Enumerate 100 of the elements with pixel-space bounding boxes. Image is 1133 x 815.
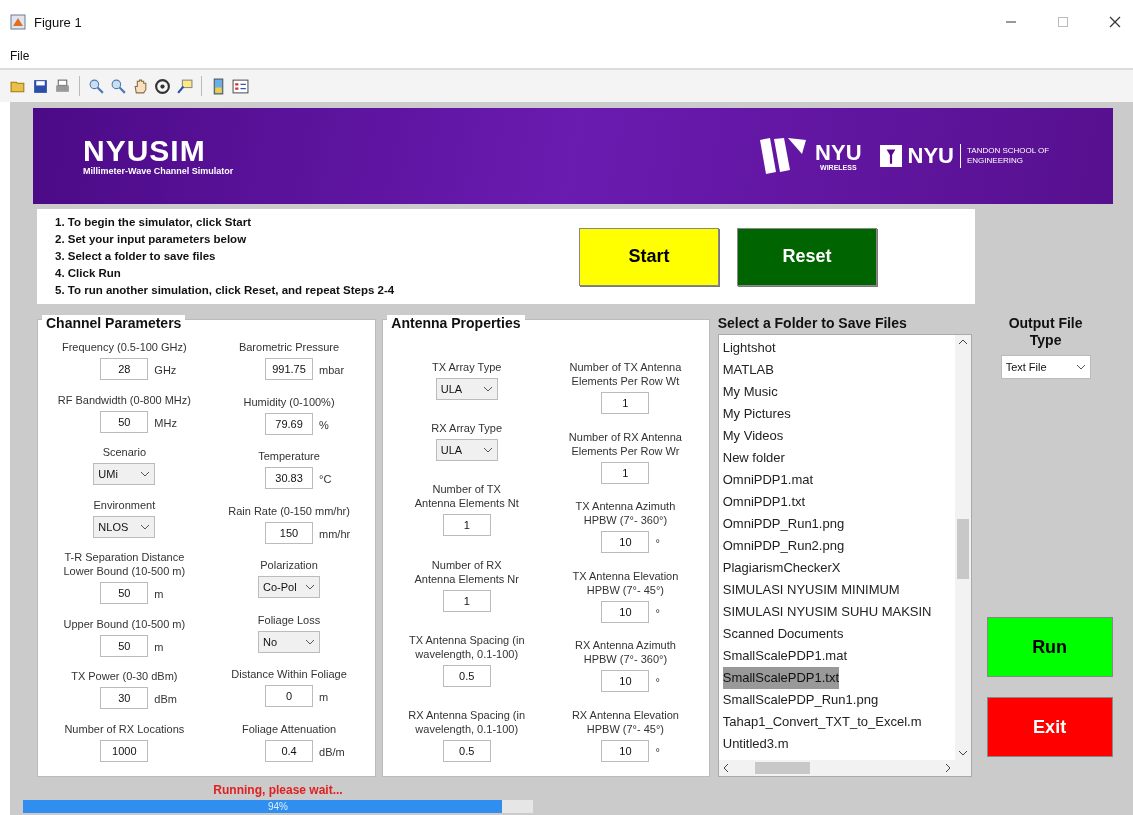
folder-list-item[interactable]: My Music [722,381,778,403]
folder-list-item[interactable]: OmniPDP1.mat [722,469,814,491]
input-field[interactable]: 1 [601,461,650,484]
input-field[interactable]: 991.75 [265,358,314,380]
input-field[interactable]: 50 [100,634,149,657]
field-label: Polarization [260,558,318,573]
folder-list-item[interactable]: Tahap1_Convert_TXT_to_Excel.m [722,711,922,733]
unit-label: dB/m [319,745,345,758]
vertical-scrollbar[interactable] [955,335,972,760]
dropdown[interactable]: No [258,630,321,653]
folder-list-item[interactable]: SmallScalePDP1.mat [722,645,848,667]
progress-reading: 94% [267,800,289,813]
rotate-icon[interactable] [154,77,171,95]
folder-list-item[interactable]: SIMULASI NYUSIM SUHU MAKSIN [722,601,932,623]
input-field[interactable]: 0.4 [265,739,314,762]
dropdown[interactable]: ULA [435,378,498,400]
scroll-left-icon[interactable] [722,763,729,773]
exit-button[interactable]: Exit [986,697,1113,757]
scroll-thumb[interactable] [754,762,810,774]
folder-list-item[interactable]: SmallScalePDP1.txt [722,667,840,689]
field-label: Barometric Pressure [238,340,340,354]
field-label: Number of RX [431,557,502,572]
folder-list-item[interactable]: SIMULASI NYUSIM MINIMUM [722,579,900,601]
logo-text: NYU [907,145,954,167]
field-label: TX Antenna Azimuth [575,499,676,514]
folder-list-item[interactable]: New folder [722,447,785,469]
folder-list-item[interactable]: Scanned Documents [722,623,844,645]
field-label: Rain Rate (0-150 mm/hr) [228,503,350,518]
input-field[interactable]: 30.83 [265,467,314,490]
input-field[interactable]: 0 [265,685,314,708]
field-label: TX Antenna Spacing (in [408,632,525,647]
folder-list-item[interactable]: OmniPDP_Run2.png [722,535,845,557]
folder-list-item[interactable]: My Pictures [722,403,791,425]
run-button[interactable]: Run [986,617,1113,677]
banner-title: NYUSIM [83,136,207,166]
dropdown[interactable]: ULA [435,439,498,462]
input-field[interactable]: 0.5 [442,664,491,687]
input-field[interactable]: 50 [100,582,149,605]
input-field[interactable]: 1 [442,514,491,537]
field-label: Number of TX Antenna [569,360,682,374]
folder-list-item[interactable]: Untitled3.m [722,733,789,755]
folder-list-item[interactable]: Lightshot [722,337,776,359]
input-field[interactable]: 1000 [100,739,149,762]
folder-list-item[interactable]: OmniPDP_Run1.png [722,513,845,535]
print-icon[interactable] [54,77,71,95]
close-icon[interactable] [1109,16,1121,28]
folder-list-item[interactable]: My Videos [722,425,784,447]
folder-list-item[interactable]: MATLAB [722,359,774,381]
input-field[interactable]: 10 [601,739,650,762]
unit-label: mbar [319,364,345,376]
field-label: TX Power (0-30 dBm) [71,669,178,684]
caret-icon [140,471,151,478]
input-field[interactable]: 1 [442,589,491,612]
scroll-right-icon[interactable] [945,763,952,773]
folder-list[interactable] [717,334,973,777]
input-field[interactable]: 10 [601,670,650,693]
input-field[interactable]: 79.69 [265,412,314,435]
field-label: T-R Separation Distance [64,550,185,565]
zoom-in-icon[interactable] [88,77,105,95]
input-field[interactable]: 10 [601,600,650,623]
instruction-step: 3. Select a folder to save files [55,248,395,265]
dropdown[interactable]: Co-Pol [258,576,321,599]
field-label: Foliage Attenuation [241,721,337,736]
folder-list-item[interactable]: SmallScalePDP_Run1.png [722,689,879,711]
scroll-thumb[interactable] [957,519,970,579]
dropdown[interactable]: UMi [93,463,156,486]
scroll-down-icon[interactable] [958,750,969,756]
field-label: Temperature [258,449,320,464]
start-button[interactable]: Start [579,227,719,286]
output-type-label: Output File Type [1007,315,1084,349]
reset-button[interactable]: Reset [737,227,877,286]
save-icon[interactable] [32,77,49,95]
input-field[interactable]: 0.5 [442,739,491,762]
input-field[interactable]: 10 [601,531,650,554]
field-label: Environment [93,497,156,512]
status-message: Running, please wait... [213,783,343,797]
legend-icon[interactable] [232,77,249,95]
zoom-out-icon[interactable] [110,77,127,95]
field-label: HPBW (7°- 45°) [586,721,665,736]
folder-list-item[interactable]: OmniPDP1.txt [722,491,806,513]
input-field[interactable]: 50 [100,410,149,433]
input-field[interactable]: 150 [265,521,314,544]
output-type-dropdown[interactable]: Text File [1000,355,1091,379]
input-field[interactable]: 28 [100,358,149,380]
horizontal-scrollbar[interactable] [718,760,972,776]
caret-icon [305,584,316,591]
scroll-up-icon[interactable] [958,339,969,345]
field-label: Scenario [102,445,147,460]
caret-icon [140,523,151,530]
field-label: Frequency (0.5-100 GHz) [62,340,187,354]
unit-label: m [319,691,329,704]
dropdown[interactable]: NLOS [93,515,156,538]
input-field[interactable]: 30 [100,687,149,710]
input-field[interactable]: 1 [601,392,650,414]
data-cursor-icon[interactable] [176,77,193,95]
field-label: wavelength, 0.1-100) [415,721,519,736]
folder-list-item[interactable]: PlagiarismCheckerX [722,557,841,579]
app-icon [10,14,26,30]
hand-icon[interactable] [132,77,149,95]
menu-item[interactable]: File [10,49,30,63]
